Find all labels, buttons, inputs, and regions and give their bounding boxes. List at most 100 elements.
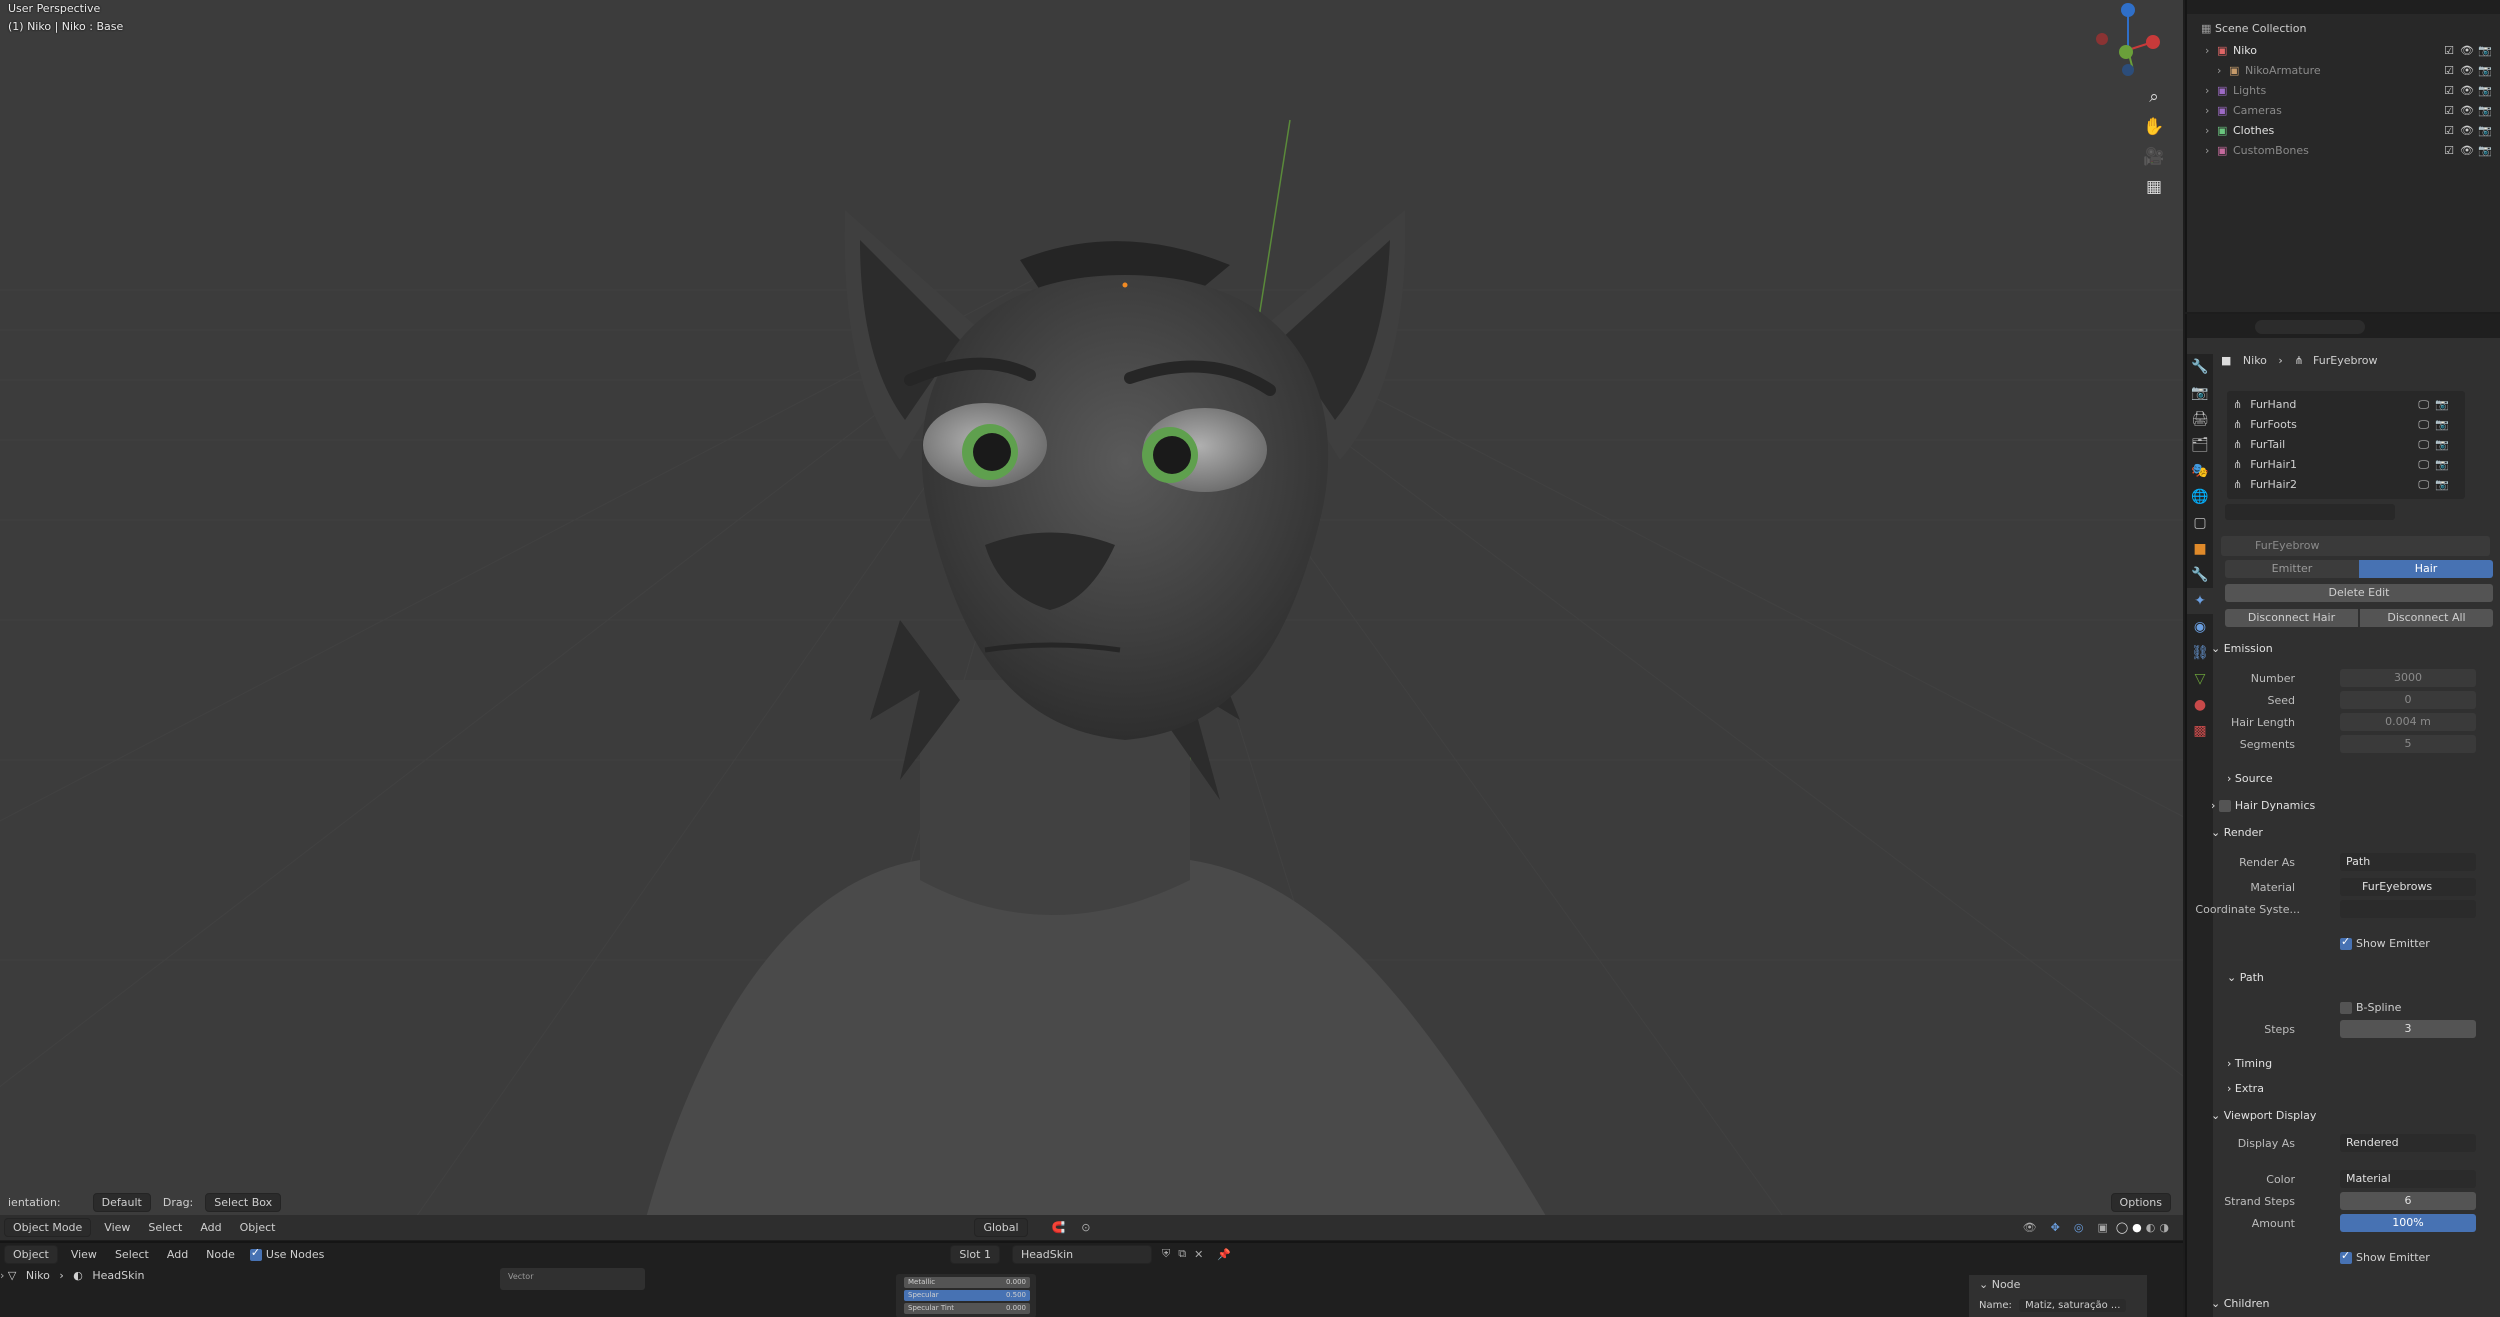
- render-camera-icon[interactable]: 📷: [2478, 64, 2492, 77]
- expand-chevron-icon[interactable]: ›: [2205, 144, 2209, 157]
- type-emitter-button[interactable]: Emitter: [2225, 560, 2359, 578]
- view-layer-tab-icon[interactable]: 🗂: [2187, 432, 2213, 458]
- timing-panel-header[interactable]: › Timing: [2227, 1054, 2494, 1074]
- overlays-icon[interactable]: ◎: [2074, 1221, 2084, 1234]
- hair-dynamics-panel-header[interactable]: › Hair Dynamics: [2211, 796, 2494, 816]
- particle-list-item[interactable]: ⋔ FurFoots 🖵 📷: [2233, 416, 2459, 434]
- vd-show-emitter-toggle[interactable]: Show Emitter: [2340, 1249, 2430, 1264]
- list-filter-input[interactable]: [2225, 504, 2395, 520]
- render-camera-icon[interactable]: 📷: [2478, 84, 2492, 97]
- texture-tab-icon[interactable]: ▩: [2187, 718, 2213, 744]
- xray-icon[interactable]: ▣: [2097, 1221, 2107, 1234]
- expand-chevron-icon[interactable]: ›: [2205, 84, 2209, 97]
- material-dropdown[interactable]: FurEyebrows: [2340, 878, 2476, 896]
- use-nodes-checkbox[interactable]: [249, 1246, 262, 1261]
- node-socket-row[interactable]: Specular Tint 0.000: [904, 1303, 1030, 1314]
- exclude-checkbox-icon[interactable]: ☑: [2444, 44, 2454, 57]
- scene-collection-row[interactable]: ▦ Scene Collection: [2187, 18, 2500, 38]
- display-as-dropdown[interactable]: Rendered: [2340, 1134, 2476, 1152]
- extra-panel-header[interactable]: › Extra: [2227, 1079, 2494, 1099]
- render-as-dropdown[interactable]: Path: [2340, 853, 2476, 871]
- visibility-eye-icon[interactable]: 👁: [2460, 124, 2474, 137]
- shading-rendered-icon[interactable]: ◑: [2159, 1221, 2169, 1234]
- viewport-toggle-icon[interactable]: 🖵: [2418, 416, 2429, 434]
- particle-settings-field[interactable]: FurEyebrow: [2221, 536, 2490, 556]
- segments-field[interactable]: 5: [2340, 735, 2476, 753]
- duplicate-material-icon[interactable]: ⧉: [1178, 1247, 1186, 1261]
- proportional-edit-icon[interactable]: ⊙: [1081, 1221, 1090, 1234]
- particle-list-item[interactable]: ⋔ FurTail 🖵 📷: [2233, 436, 2459, 454]
- principled-bsdf-node[interactable]: Metallic 0.000 Specular 0.500 Specular Tint 0…: [896, 1274, 1036, 1317]
- visibility-eye-icon[interactable]: 👁: [2460, 84, 2474, 97]
- unlink-material-icon[interactable]: ✕: [1194, 1248, 1203, 1261]
- shading-material-icon[interactable]: ◐: [2146, 1221, 2156, 1234]
- bspline-toggle[interactable]: B-Spline: [2340, 1001, 2401, 1014]
- particle-system-list[interactable]: ⋔ FurHand 🖵 📷 ⋔ FurFoots 🖵 📷 ⋔ FurTail 🖵 📷 ⋔ FurHair1…: [2227, 391, 2465, 499]
- modifier-tab-icon[interactable]: 🔧: [2187, 562, 2213, 588]
- menu-select[interactable]: Select: [139, 1221, 191, 1234]
- constraints-tab-icon[interactable]: ⛓: [2187, 640, 2213, 666]
- ortho-grid-icon[interactable]: ▦: [2139, 172, 2169, 202]
- outliner-row[interactable]: › ▣ Cameras ☑ 👁 📷: [2187, 100, 2500, 120]
- particle-list-item[interactable]: ⋔ FurHand 🖵 📷: [2233, 396, 2459, 414]
- render-camera-icon[interactable]: 📷: [2478, 144, 2492, 157]
- type-hair-button[interactable]: Hair: [2359, 560, 2493, 578]
- outliner-row[interactable]: › ▣ CustomBones ☑ 👁 📷: [2187, 140, 2500, 160]
- menu-add[interactable]: Add: [191, 1221, 230, 1234]
- node-menu-node[interactable]: Node: [197, 1248, 244, 1261]
- vd-show-emitter-checkbox[interactable]: [2340, 1249, 2352, 1264]
- render-toggle-icon[interactable]: 📷: [2435, 396, 2449, 414]
- expand-chevron-icon[interactable]: ›: [2205, 44, 2209, 57]
- viewport-toggle-icon[interactable]: 🖵: [2418, 476, 2429, 494]
- menu-view[interactable]: View: [95, 1221, 139, 1234]
- vector-node[interactable]: Vector: [500, 1268, 645, 1290]
- viewport-toggle-icon[interactable]: 🖵: [2418, 436, 2429, 454]
- node-menu-select[interactable]: Select: [106, 1248, 158, 1261]
- render-camera-icon[interactable]: 📷: [2478, 44, 2492, 57]
- transform-orientation-dropdown[interactable]: Global: [974, 1218, 1028, 1237]
- exclude-checkbox-icon[interactable]: ☑: [2444, 104, 2454, 117]
- visibility-eye-icon[interactable]: 👁: [2460, 104, 2474, 117]
- render-camera-icon[interactable]: 📷: [2478, 104, 2492, 117]
- hair-dynamics-checkbox[interactable]: [2218, 800, 2231, 812]
- use-nodes-toggle[interactable]: Use Nodes: [244, 1246, 331, 1261]
- node-name-field[interactable]: Matiz, saturação ...: [2019, 1299, 2127, 1312]
- shading-wireframe-icon[interactable]: ◯: [2116, 1221, 2128, 1234]
- tool-tab-icon[interactable]: 🔧: [2187, 354, 2213, 380]
- outliner-row[interactable]: › ▣ NikoArmature ☑ 👁 📷: [2187, 60, 2500, 80]
- snap-icon[interactable]: 🧲: [1052, 1221, 1066, 1234]
- camera-icon[interactable]: 🎥: [2139, 142, 2169, 172]
- show-emitter-toggle[interactable]: Show Emitter: [2340, 935, 2430, 950]
- options-dropdown[interactable]: Options: [2110, 1193, 2171, 1212]
- bspline-checkbox[interactable]: [2340, 1002, 2352, 1014]
- disconnect-hair-button[interactable]: Disconnect Hair: [2225, 609, 2358, 627]
- navigation-gizmo[interactable]: [2083, 0, 2183, 90]
- shading-solid-icon[interactable]: ●: [2132, 1221, 2142, 1234]
- world-tab-icon[interactable]: 🌐: [2187, 484, 2213, 510]
- expand-chevron-icon[interactable]: ›: [2205, 104, 2209, 117]
- node-sidebar-header[interactable]: ⌄ Node: [1969, 1275, 2147, 1294]
- source-panel-header[interactable]: › Source: [2227, 769, 2494, 789]
- scene-tab-icon[interactable]: 🎭: [2187, 458, 2213, 484]
- expand-chevron-icon[interactable]: ›: [2205, 124, 2209, 137]
- particle-list-item[interactable]: ⋔ FurHair1 🖵 📷: [2233, 456, 2459, 474]
- material-tab-icon[interactable]: ●: [2187, 692, 2213, 718]
- render-toggle-icon[interactable]: 📷: [2435, 416, 2449, 434]
- menu-object[interactable]: Object: [231, 1221, 285, 1234]
- node-socket-row[interactable]: Specular 0.500: [904, 1290, 1030, 1301]
- visibility-eye-icon[interactable]: 👁: [2460, 144, 2474, 157]
- pan-hand-icon[interactable]: ✋: [2139, 112, 2169, 142]
- collection-tab-icon[interactable]: ▢: [2187, 510, 2213, 536]
- show-emitter-checkbox[interactable]: [2340, 935, 2352, 950]
- object-mode-dropdown[interactable]: Object Mode: [4, 1218, 92, 1237]
- outliner-row[interactable]: › ▣ Clothes ☑ 👁 📷: [2187, 120, 2500, 140]
- fake-user-shield-icon[interactable]: ⛨: [1162, 1247, 1170, 1261]
- color-dropdown[interactable]: Material: [2340, 1170, 2476, 1188]
- emission-panel-header[interactable]: ⌄ Emission: [2211, 639, 2494, 659]
- number-field[interactable]: 3000: [2340, 669, 2476, 687]
- render-camera-icon[interactable]: 📷: [2478, 124, 2492, 137]
- material-selector[interactable]: HeadSkin: [1011, 1244, 1152, 1264]
- visibility-eye-icon[interactable]: 👁: [2460, 64, 2474, 77]
- gizmo-toggle-icon[interactable]: ✥: [2051, 1221, 2060, 1234]
- shader-type-dropdown[interactable]: Object: [4, 1244, 58, 1264]
